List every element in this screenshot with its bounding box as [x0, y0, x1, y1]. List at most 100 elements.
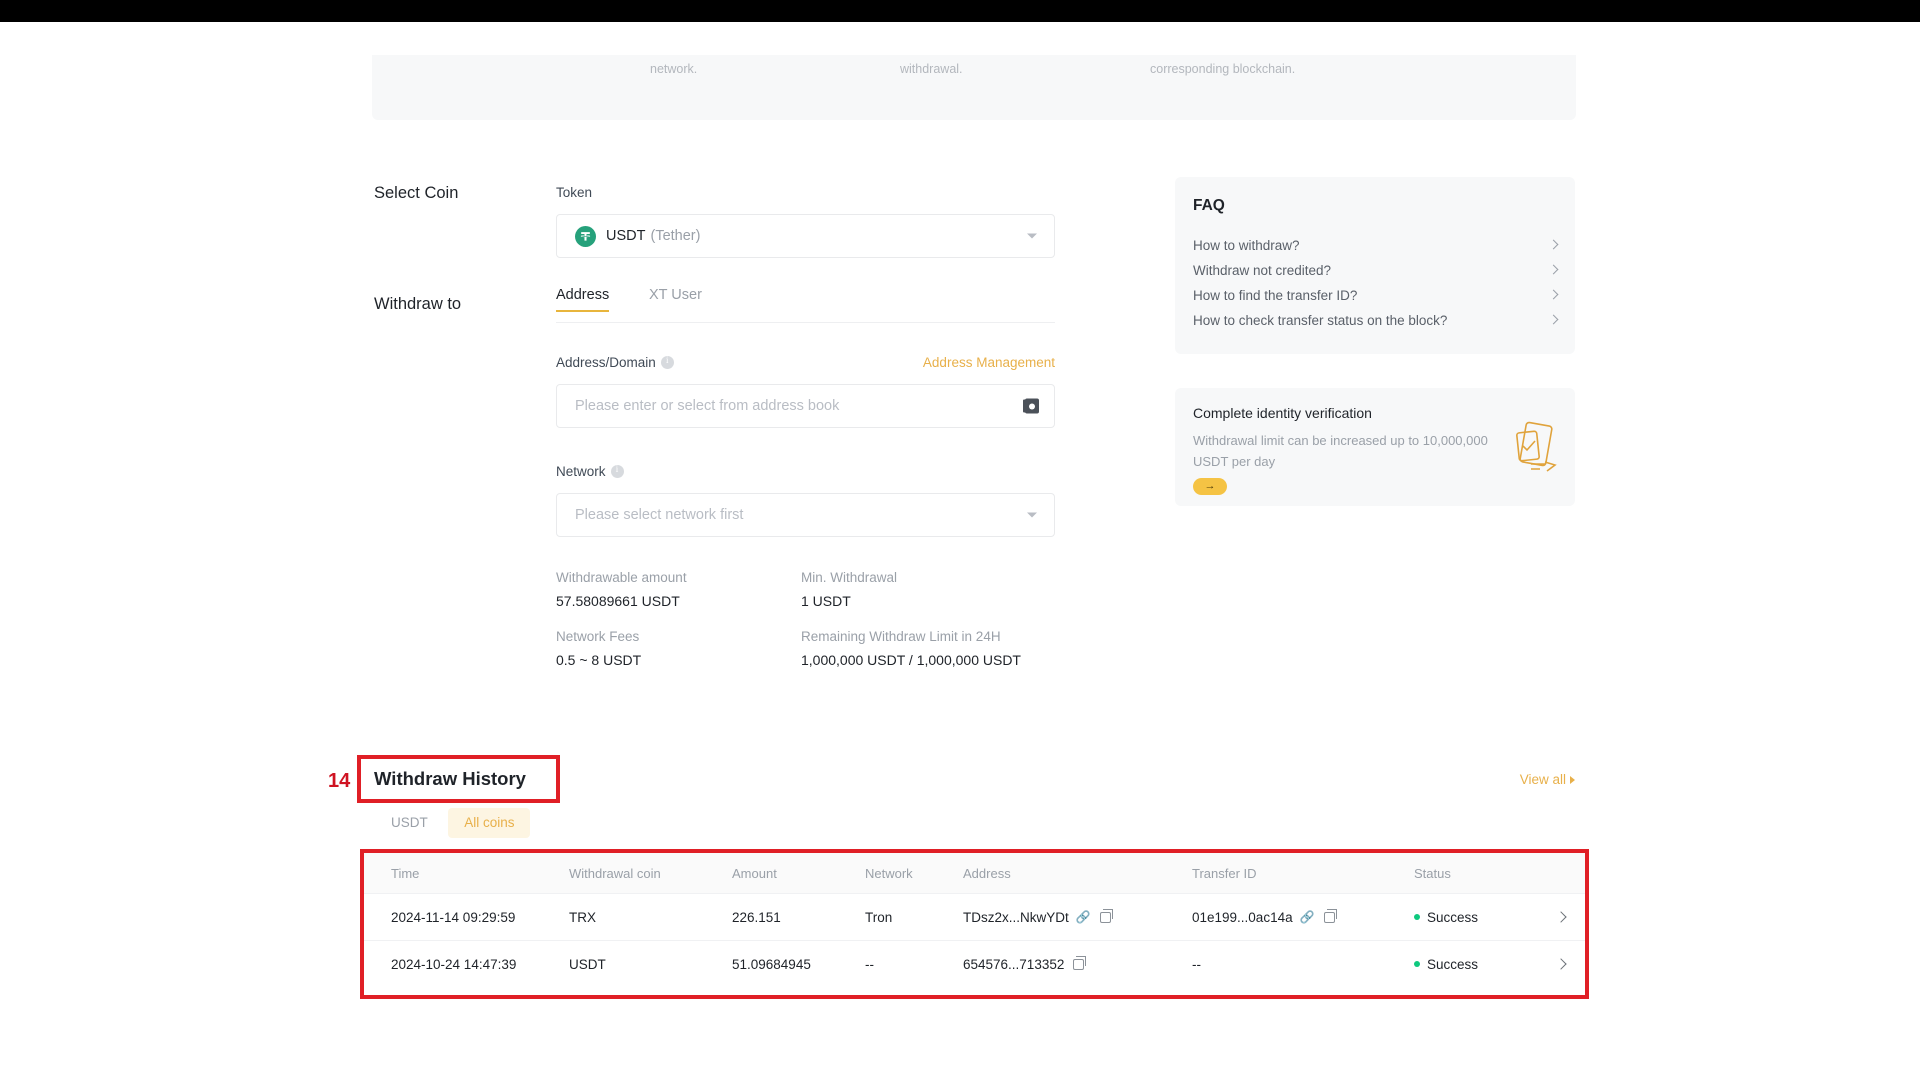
withdraw-notice-strip: Internal Transfer: No need to select a n…: [372, 55, 1576, 120]
tab-address[interactable]: Address: [556, 287, 610, 312]
history-coin-tabs: USDT All coins: [375, 808, 531, 838]
col-header-transfer-id: Transfer ID: [1192, 865, 1257, 881]
faq-item-not-credited[interactable]: Withdraw not credited?: [1193, 263, 1559, 285]
address-book-icon[interactable]: [1023, 398, 1039, 414]
info-min-withdrawal: Min. Withdrawal 1 USDT: [801, 570, 897, 609]
cell-row-expand[interactable]: [1542, 958, 1585, 970]
cell-amount: 51.09684945: [732, 956, 811, 972]
cell-address: TDsz2x...NkwYDt 🔗: [963, 909, 1192, 925]
cell-transfer-id: 01e199...0ac14a 🔗: [1192, 909, 1414, 925]
info-key: Remaining Withdraw Limit in 24H: [801, 629, 1001, 644]
copy-icon[interactable]: [1323, 909, 1337, 923]
select-coin-label: Select Coin: [374, 184, 459, 202]
info-icon[interactable]: [610, 464, 624, 478]
view-all-link[interactable]: View all: [1520, 772, 1575, 787]
copy-icon[interactable]: [1099, 909, 1113, 923]
cell-time: 2024-10-24 14:47:39: [391, 956, 517, 972]
info-network-fees: Network Fees 0.5 ~ 8 USDT: [556, 629, 641, 668]
status-badge: Success: [1427, 956, 1479, 972]
kyc-go-button[interactable]: →: [1193, 478, 1227, 495]
triangle-right-icon: [1570, 776, 1575, 784]
info-remaining-limit: Remaining Withdraw Limit in 24H 1,000,00…: [801, 629, 1021, 668]
cell-amount: 226.151: [732, 909, 781, 925]
network-caption: Network: [556, 464, 624, 479]
col-header-network: Network: [865, 865, 913, 881]
annotation-number: 14: [328, 770, 351, 792]
info-value: 0.5 ~ 8 USDT: [556, 652, 642, 668]
withdraw-page: Internal Transfer: No need to select a n…: [0, 22, 1920, 1080]
network-select[interactable]: Please select network first: [556, 493, 1055, 537]
cell-status: Success: [1414, 910, 1542, 925]
info-value: 1,000,000 USDT / 1,000,000 USDT: [801, 652, 1021, 668]
withdraw-history-table-box: Time Withdrawal coin Amount Network Addr…: [360, 849, 1589, 999]
chevron-down-icon: [1027, 512, 1037, 518]
col-header-status: Status: [1414, 865, 1451, 881]
chevron-down-icon: [1027, 233, 1037, 239]
col-header-address: Address: [963, 865, 1011, 881]
notice-column-2: Internal Transfer: No need to select a n…: [650, 55, 868, 76]
address-caption-text: Address/Domain: [556, 355, 656, 370]
tab-underline: [556, 322, 1055, 323]
network-placeholder: Please select network first: [575, 507, 744, 523]
external-link-icon[interactable]: 🔗: [1076, 910, 1091, 924]
chevron-right-icon: [1548, 289, 1559, 300]
cell-network: --: [865, 956, 874, 972]
token-fullname: (Tether): [650, 228, 701, 244]
cell-time: 2024-11-14 09:29:59: [391, 909, 516, 925]
cell-transfer-id: --: [1192, 957, 1414, 972]
faq-item-how-to-withdraw[interactable]: How to withdraw?: [1193, 238, 1559, 260]
cell-coin: TRX: [569, 909, 596, 925]
table-row[interactable]: 2024-10-24 14:47:39 USDT 51.09684945 -- …: [364, 940, 1585, 987]
info-key: Network Fees: [556, 629, 640, 644]
address-input[interactable]: [575, 398, 995, 414]
chevron-right-icon[interactable]: [1555, 911, 1567, 923]
network-caption-text: Network: [556, 464, 606, 479]
faq-item-find-transfer-id[interactable]: How to find the transfer ID?: [1193, 288, 1559, 310]
address-input-wrap[interactable]: [556, 384, 1055, 428]
external-link-icon[interactable]: 🔗: [1300, 910, 1315, 924]
identity-verification-card[interactable]: Complete identity verification Withdrawa…: [1175, 388, 1575, 506]
info-withdrawable-amount: Withdrawable amount 57.58089661 USDT: [556, 570, 687, 609]
withdraw-history-title: Withdraw History: [374, 768, 526, 789]
view-all-label: View all: [1519, 772, 1566, 787]
faq-item-label: Withdraw not credited?: [1193, 263, 1332, 278]
status-dot-icon: [1414, 914, 1420, 920]
token-caption: Token: [556, 185, 593, 200]
info-icon[interactable]: [660, 355, 674, 369]
col-header-time: Time: [391, 865, 420, 881]
usdt-icon: [575, 225, 596, 247]
coin-tab-all-coins[interactable]: All coins: [448, 808, 531, 838]
notice-column-3: fee. After submission, confirm the withd…: [900, 55, 1118, 76]
copy-icon[interactable]: [1073, 956, 1087, 970]
coin-tab-usdt[interactable]: USDT: [375, 808, 444, 838]
address-caption: Address/Domain: [556, 355, 674, 370]
info-key: Min. Withdrawal: [801, 570, 898, 585]
address-management-link[interactable]: Address Management: [923, 355, 1055, 370]
chevron-right-icon: [1548, 314, 1559, 325]
table-row[interactable]: 2024-11-14 09:29:59 TRX 226.151 Tron TDs…: [364, 893, 1585, 940]
transfer-id-text: --: [1192, 956, 1201, 972]
cell-network: Tron: [865, 909, 893, 925]
kyc-title: Complete identity verification: [1193, 405, 1372, 421]
faq-item-label: How to withdraw?: [1193, 238, 1300, 253]
address-text: 654576...713352: [963, 956, 1065, 972]
address-text: TDsz2x...NkwYDt: [963, 909, 1069, 925]
withdraw-to-label: Withdraw to: [374, 295, 462, 313]
info-key: Withdrawable amount: [556, 570, 687, 585]
kyc-description: Withdrawal limit can be increased up to …: [1193, 433, 1488, 469]
tab-xt-user[interactable]: XT User: [649, 287, 702, 312]
withdraw-target-tabs: Address XT User: [556, 287, 1055, 323]
status-dot-icon: [1414, 961, 1420, 967]
cell-status: Success: [1414, 957, 1542, 972]
cell-row-expand[interactable]: [1542, 911, 1585, 923]
faq-item-check-status[interactable]: How to check transfer status on the bloc…: [1193, 313, 1559, 335]
token-select[interactable]: USDT (Tether): [556, 214, 1055, 258]
cell-coin: USDT: [569, 956, 606, 972]
status-badge: Success: [1427, 909, 1479, 925]
withdraw-history-table: Time Withdrawal coin Amount Network Addr…: [364, 853, 1585, 995]
faq-title: FAQ: [1193, 197, 1225, 214]
transfer-id-text: 01e199...0ac14a: [1192, 909, 1293, 925]
chevron-right-icon[interactable]: [1555, 958, 1567, 970]
faq-card: FAQ How to withdraw? Withdraw not credit…: [1175, 177, 1575, 354]
notice-column-4: can track the transfer on the correspond…: [1150, 55, 1375, 76]
